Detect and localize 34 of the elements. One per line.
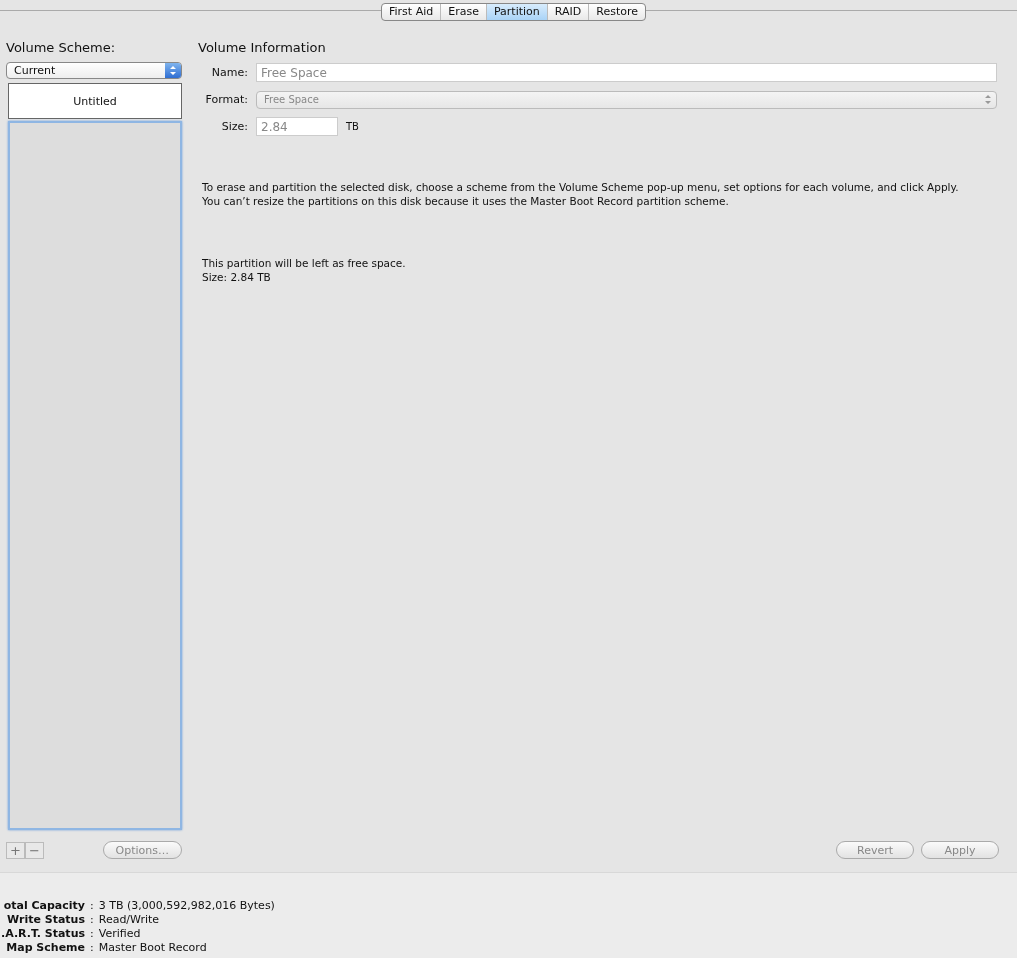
tab[interactable]: First Aid: [382, 4, 442, 20]
tab[interactable]: Restore: [589, 4, 645, 20]
info-separator: :: [90, 899, 94, 913]
add-button[interactable]: +: [6, 841, 25, 859]
partition-block[interactable]: Untitled: [8, 83, 182, 119]
tab[interactable]: RAID: [547, 4, 590, 20]
info-label: otal Capacity: [3, 899, 85, 913]
popup-arrows-icon: [985, 95, 991, 104]
info-value: Master Boot Record: [98, 941, 208, 955]
tab[interactable]: Partition: [486, 4, 548, 20]
field-label: Size:: [220, 120, 248, 133]
section-title: Volume Scheme:: [6, 40, 117, 55]
info-separator: :: [90, 941, 94, 955]
partition-detail-text: Size: 2.84 TB: [202, 270, 272, 284]
partition-detail-text: This partition will be left as free space.: [202, 256, 407, 270]
volume-scheme-dropdown[interactable]: Current: [6, 62, 182, 79]
instruction-text: You can’t resize the partitions on this disk because it uses the Master Boot Record partition scheme.: [202, 194, 730, 208]
info-value: Verified: [98, 927, 142, 941]
info-separator: :: [90, 927, 94, 941]
field-label: Name:: [210, 66, 248, 79]
info-separator: :: [90, 913, 94, 927]
info-label: Write Status: [7, 913, 85, 927]
popup-arrows-icon: [165, 63, 181, 78]
unit-label: TB: [346, 121, 359, 132]
info-value: Read/Write: [98, 913, 161, 927]
info-label: Map Scheme: [6, 941, 85, 955]
section-title: Volume Information: [198, 40, 327, 55]
info-label: .A.R.T. Status: [1, 927, 85, 941]
free-space-block[interactable]: [8, 121, 182, 830]
tab[interactable]: Erase: [441, 4, 487, 20]
remove-button[interactable]: −: [25, 841, 44, 859]
instruction-text: To erase and partition the selected disk, choose a scheme from the Volume Scheme pop-up menu, set options for each volume, and click Apply.: [202, 180, 960, 194]
field-label: Format:: [204, 93, 248, 106]
info-value: 3 TB (3,000,592,982,016 Bytes): [98, 899, 276, 913]
